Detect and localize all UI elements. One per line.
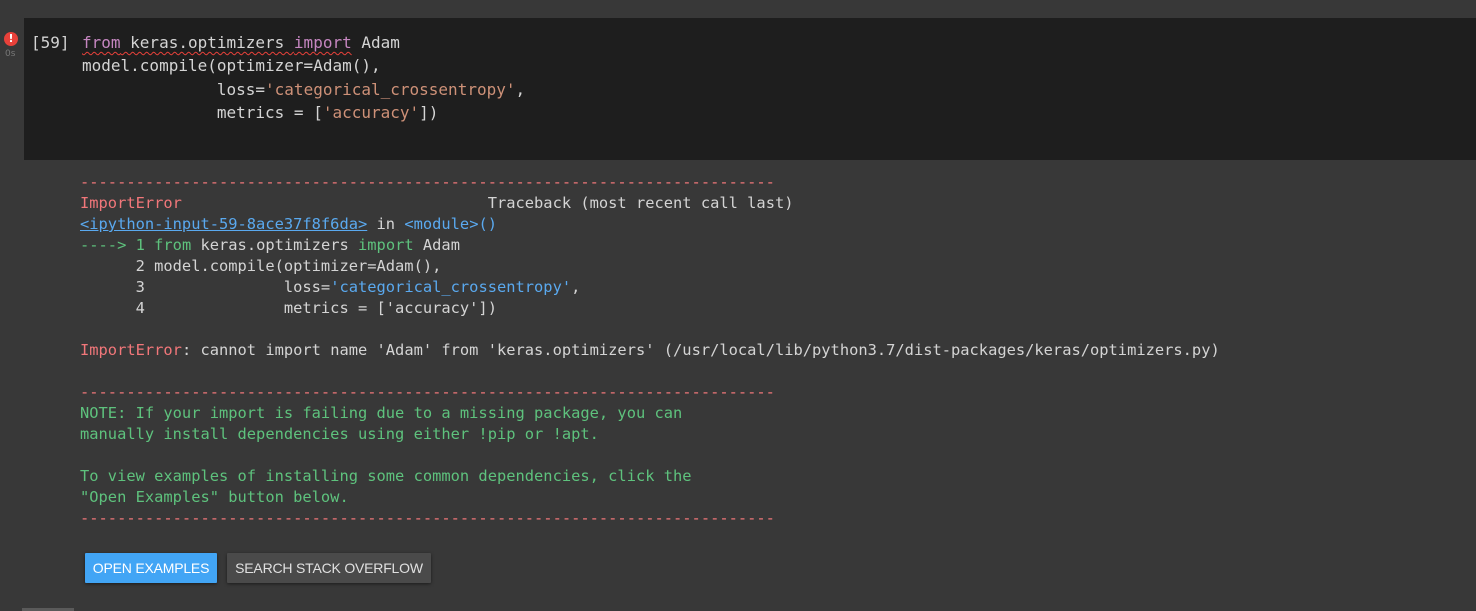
separator-2: ----------------------------------------…	[80, 383, 775, 401]
separator: ----------------------------------------…	[80, 173, 775, 191]
open-examples-button[interactable]: OPEN EXAMPLES	[85, 553, 217, 583]
ipython-input-link[interactable]: <ipython-input-59-8ace37f8f6da>	[80, 215, 367, 233]
traceback-label: Traceback (most recent call last)	[181, 194, 794, 212]
error-message-line: ImportError: cannot import name 'Adam' f…	[80, 341, 1220, 359]
top-strip	[0, 0, 1476, 18]
cell-gutter: ! 0s	[0, 30, 24, 70]
note-line-1: NOTE: If your import is failing due to a…	[80, 404, 683, 422]
cell-output: ----------------------------------------…	[80, 172, 1220, 529]
traceback-line-4: 4 metrics = ['accuracy'])	[80, 299, 497, 317]
separator-3: ----------------------------------------…	[80, 509, 775, 527]
note-line-2: manually install dependencies using eith…	[80, 425, 599, 443]
traceback-line-1: ----> 1 from keras.optimizers import Ada…	[80, 236, 460, 254]
traceback-header: ImportError Traceback (most recent call …	[80, 194, 794, 212]
code-editor[interactable]: from keras.optimizers import Adam model.…	[82, 31, 525, 124]
code-line-4: metrics = ['accuracy'])	[82, 102, 439, 122]
search-stack-overflow-button[interactable]: SEARCH STACK OVERFLOW	[227, 553, 431, 583]
traceback-location: <ipython-input-59-8ace37f8f6da> in <modu…	[80, 215, 497, 233]
traceback-line-2: 2 model.compile(optimizer=Adam(),	[80, 257, 442, 275]
traceback-line-3: 3 loss='categorical_crossentropy',	[80, 278, 581, 296]
code-line-1: from keras.optimizers import Adam	[82, 33, 400, 52]
error-name: ImportError	[80, 194, 182, 212]
error-message: : cannot import name 'Adam' from 'keras.…	[181, 341, 1220, 359]
code-line-3: loss='categorical_crossentropy',	[82, 79, 526, 99]
execution-time: 0s	[5, 49, 16, 59]
note-line-4: "Open Examples" button below.	[80, 488, 349, 506]
note-line-3: To view examples of installing some comm…	[80, 467, 692, 485]
error-name-2: ImportError	[80, 341, 182, 359]
code-line-2: model.compile(optimizer=Adam(),	[82, 56, 381, 76]
module-name: <module>()	[404, 215, 497, 233]
error-icon[interactable]: !	[4, 32, 18, 46]
execution-count: [59]	[31, 33, 70, 52]
